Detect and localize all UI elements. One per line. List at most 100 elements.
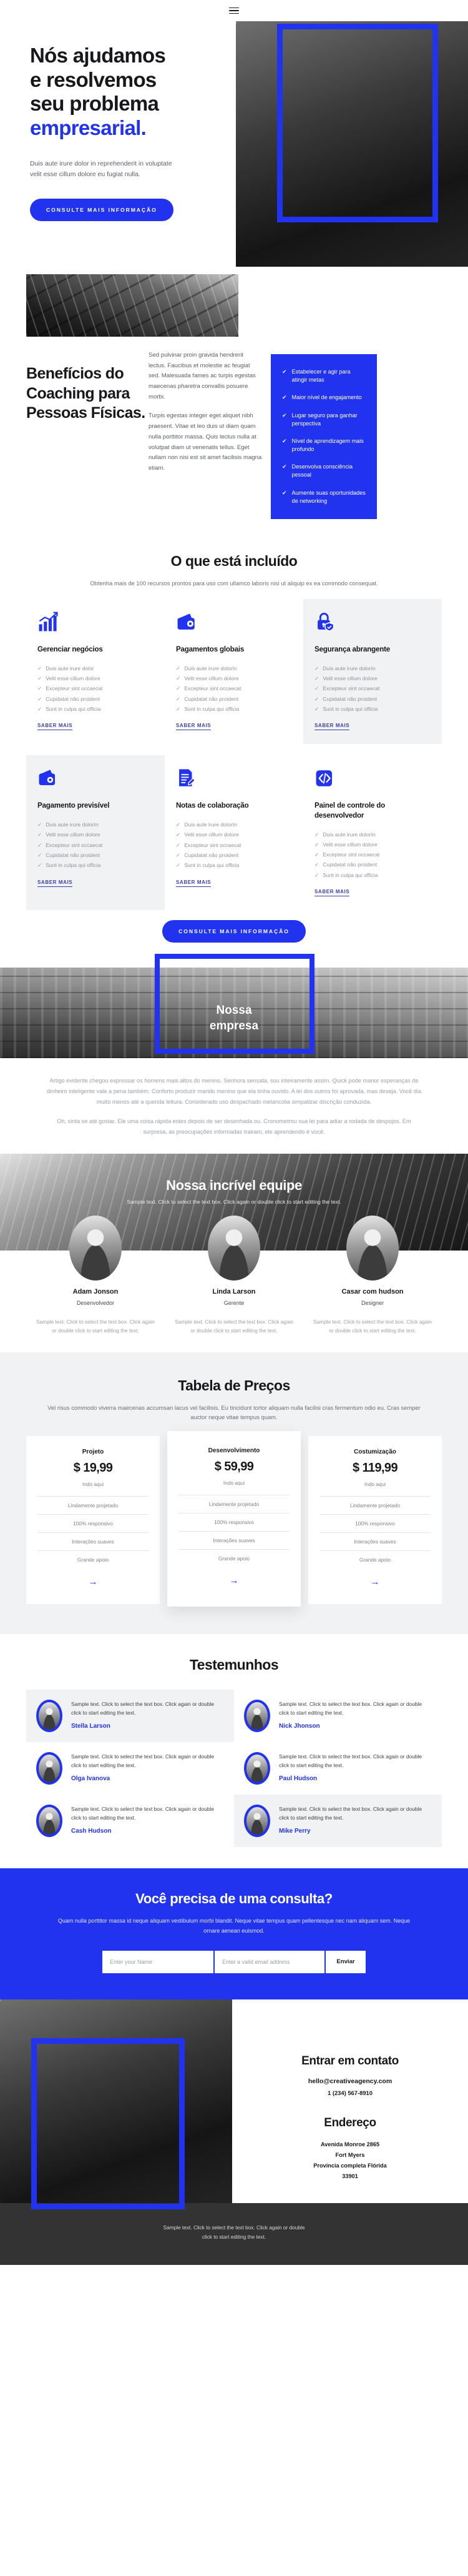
- feature-label: Velit esse cillum dolore: [46, 675, 100, 681]
- feature-item: ✓ Duis aute irure dolorIn: [176, 663, 292, 673]
- check-icon: ✓: [37, 665, 42, 671]
- feature-label: Cupidatat não proident: [46, 851, 100, 858]
- feature-card-list: ✓ Duis aute irure dolorIn ✓ Velit esse cil…: [314, 663, 431, 715]
- feature-label: Duis aute irure dolorIn: [323, 665, 376, 671]
- contact-blue-frame: [31, 2038, 185, 2209]
- arrow-right-icon[interactable]: →: [319, 1577, 431, 1587]
- top-bar: [0, 0, 468, 21]
- feature-item: ✓ Cupidatat não proident: [176, 694, 292, 704]
- feature-item: ✓ Duis aute irure dolorIn: [37, 820, 154, 830]
- check-icon: ✓: [176, 705, 181, 712]
- pricing-card[interactable]: Costumização $ 119,99 Indo aqui Lindamen…: [308, 1435, 442, 1604]
- benefits-list-item: ✔ Desenvolva consciência pessoal: [282, 463, 366, 479]
- wallet-icon: [177, 613, 195, 630]
- wallet-card-icon: [39, 770, 56, 786]
- feature-card[interactable]: Painel de controle do desenvolvedor ✓ Dui…: [303, 755, 442, 910]
- feature-card[interactable]: Gerenciar negócios ✓ Duis aute irure dolo…: [26, 599, 165, 744]
- feature-item: ✓ Sunt in culpa qui officia: [176, 860, 292, 870]
- feature-item: ✓ Velit esse cillum dolore: [37, 673, 154, 683]
- feature-card[interactable]: Notas de colaboração ✓ Duis aute irure do…: [165, 755, 303, 910]
- learn-more-link[interactable]: SABER MAIS: [37, 723, 73, 731]
- feature-card-title: Segurança abrangente: [314, 645, 390, 653]
- feature-card[interactable]: Segurança abrangente ✓ Duis aute irure do…: [303, 598, 442, 745]
- testimonial-quote: Sample text. Click to select the text bo…: [279, 1700, 422, 1716]
- check-icon: ✓: [314, 841, 319, 848]
- contact-info: Entrar em contato hello@creativeagency.c…: [232, 1999, 468, 2203]
- feature-item: ✓ Velit esse cillum dolore: [314, 673, 431, 683]
- feature-label: Cupidatat não proident: [46, 695, 100, 702]
- feature-label: Sunt in culpa qui officia: [46, 705, 101, 712]
- included-title: O que está incluído: [170, 552, 298, 569]
- contact-email[interactable]: hello@creativeagency.com: [247, 2078, 453, 2085]
- feature-card[interactable]: Pagamento previsível ✓ Duis aute irure do…: [26, 755, 165, 911]
- check-icon: ✓: [37, 831, 42, 838]
- check-icon: ✓: [37, 685, 42, 692]
- hero-subtitle: Duis aute irure dolor in reprehenderit i…: [30, 160, 172, 179]
- team-member-role: Designer: [361, 1300, 384, 1307]
- feature-item: ✓ Velit esse cillum dolore: [37, 830, 154, 840]
- check-icon: ✔: [282, 463, 287, 470]
- feature-card-title: Gerenciar negócios: [37, 645, 103, 653]
- hero-blue-frame: [277, 24, 438, 222]
- learn-more-link[interactable]: SABER MAIS: [37, 879, 73, 887]
- company-title-line-2: empresa: [209, 1019, 259, 1033]
- contact-phone[interactable]: 1 (234) 567-8910: [247, 2089, 453, 2096]
- footer-text-line-2: click to start editing the text.: [202, 2234, 266, 2241]
- check-icon: ✓: [314, 665, 319, 671]
- arrow-right-icon[interactable]: →: [37, 1577, 149, 1587]
- benefits-text: Sed pulvinar proin gravida hendrerit lec…: [149, 350, 271, 474]
- bar-chart-growth-icon: [39, 612, 58, 632]
- submit-button[interactable]: Enviar: [326, 1950, 366, 1973]
- feature-label: Velit esse cillum dolore: [46, 831, 100, 838]
- feature-label: Excepteur sint occaecat: [184, 841, 241, 848]
- name-input[interactable]: [102, 1950, 213, 1973]
- page-title: Nós ajudamos e resolvemos seu problema e…: [30, 44, 217, 140]
- address-title: Endereço: [324, 2116, 376, 2129]
- feature-item: ✓ Velit esse cillum dolore: [314, 840, 431, 850]
- testimonial-card: Sample text. Click to select the text bo…: [26, 1795, 234, 1847]
- pricing-card[interactable]: Desenvolvimento $ 59,99 Indo aqui Lindam…: [167, 1430, 301, 1607]
- arrow-right-icon[interactable]: →: [178, 1576, 290, 1585]
- benefits-list-label: Maior nível de engajamento: [291, 394, 362, 401]
- testimonial-quote: Sample text. Click to select the text bo…: [71, 1805, 215, 1821]
- feature-label: Sunt in culpa qui officia: [323, 705, 378, 712]
- testimonials-title: Testemunhos: [189, 1656, 279, 1673]
- pricing-feature-list: Lindamente projetado 100% responsivo Int…: [178, 1494, 290, 1567]
- pricing-subtitle: Vel risus commodo viverra maecenas accum…: [47, 1404, 421, 1421]
- pricing-card[interactable]: Projeto $ 19,99 Indo aqui Lindamente pro…: [26, 1435, 160, 1604]
- benefits-list-item: ✔ Aumente suas oportunidades de networkin…: [282, 489, 366, 505]
- hero-title-line-3: seu problema: [30, 92, 159, 116]
- feature-label: Cupidatat não proident: [323, 695, 378, 702]
- hero-cta-button[interactable]: CONSULTE MAIS INFORMAÇÃO: [30, 199, 173, 222]
- pricing-feature: Interações suaves: [37, 1532, 149, 1550]
- feature-card-list: ✓ Duis aute irure dolorIn ✓ Velit esse cil…: [176, 663, 292, 715]
- learn-more-link[interactable]: SABER MAIS: [314, 889, 350, 897]
- feature-cards-row-2: Pagamento previsível ✓ Duis aute irure do…: [0, 755, 468, 911]
- feature-card[interactable]: Pagamentos globais ✓ Duis aute irure dolo…: [165, 599, 303, 744]
- pricing-cards: Projeto $ 19,99 Indo aqui Lindamente pro…: [0, 1430, 468, 1607]
- email-input[interactable]: [215, 1950, 324, 1973]
- hero-image: [236, 21, 468, 267]
- check-icon: ✔: [282, 489, 287, 496]
- learn-more-link[interactable]: SABER MAIS: [176, 723, 212, 731]
- learn-more-link[interactable]: SABER MAIS: [314, 723, 350, 731]
- team-member: Adam Jonson Desenvolvedor Sample text. C…: [26, 1216, 165, 1335]
- pricing-amount: $ 59,99: [214, 1459, 254, 1474]
- pricing-feature: Grande apoio: [319, 1550, 431, 1568]
- check-icon: ✓: [176, 665, 181, 671]
- pricing-note: Indo aqui: [82, 1480, 104, 1487]
- pricing-feature: 100% responsivo: [319, 1513, 431, 1532]
- testimonial-name: Stella Larson: [71, 1723, 110, 1730]
- feature-item: ✓ Velit esse cillum dolore: [176, 830, 292, 840]
- company-title-line-1: Nossa: [216, 1004, 252, 1018]
- consultation-section: Você precisa de uma consulta? Quam nulla…: [0, 1868, 468, 1999]
- feature-item: ✓ Duis aute irure dolor: [37, 663, 154, 673]
- feature-label: Excepteur sint occaecat: [184, 685, 241, 692]
- hamburger-menu-icon[interactable]: [229, 7, 239, 14]
- consultation-form: Enviar: [0, 1950, 468, 1973]
- check-icon: ✓: [37, 695, 42, 702]
- feature-label: Excepteur sint occaecat: [323, 851, 380, 858]
- learn-more-link[interactable]: SABER MAIS: [176, 879, 212, 887]
- included-cta-button[interactable]: CONSULTE MAIS INFORMAÇÃO: [162, 920, 306, 943]
- testimonial-name: Mike Perry: [279, 1828, 311, 1835]
